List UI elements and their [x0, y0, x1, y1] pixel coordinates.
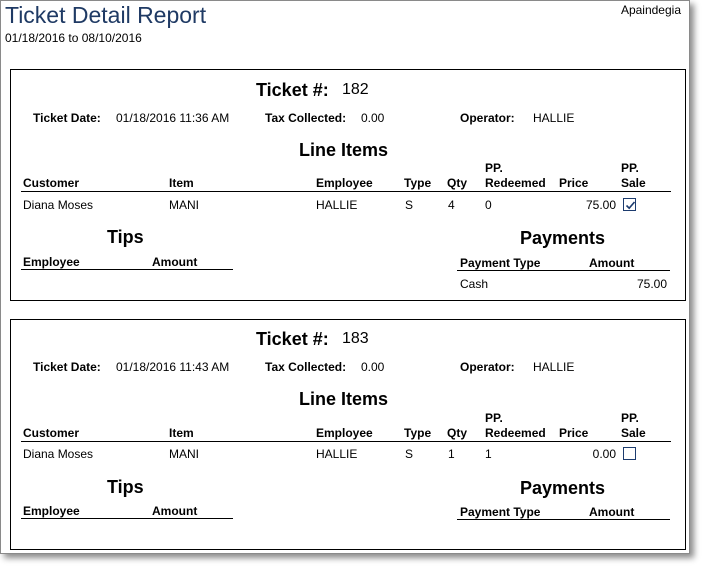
line-item-item: MANI: [169, 447, 199, 461]
report-date-range: 01/18/2016 to 08/10/2016: [5, 31, 142, 45]
line-item-customer: Diana Moses: [23, 447, 94, 461]
col-customer: Customer: [23, 176, 80, 190]
line-items-heading: Line Items: [299, 389, 389, 409]
col-pp-sale-1: PP.: [621, 161, 639, 175]
tips-col-employee: Employee: [23, 255, 80, 269]
ticket-number-label: Ticket #:: [256, 329, 329, 349]
report-page: Ticket Detail Report 01/18/2016 to 08/10…: [0, 0, 690, 554]
ticket-card: Ticket #: 182 Ticket Date: 01/18/2016 11…: [10, 69, 686, 301]
col-price: Price: [559, 426, 589, 440]
col-type: Type: [404, 176, 432, 190]
col-customer: Customer: [23, 426, 80, 440]
line-item-customer: Diana Moses: [23, 198, 94, 212]
payments-header-rule: [457, 519, 670, 520]
line-item-qty: 1: [448, 447, 455, 461]
line-item-pp-redeemed: 0: [485, 198, 492, 212]
col-pp-redeemed-2: Redeemed: [485, 426, 546, 440]
tips-header-rule: [21, 269, 233, 270]
line-item-type: S: [405, 447, 414, 461]
tips-col-amount: Amount: [152, 255, 198, 269]
line-item-item: MANI: [169, 198, 199, 212]
payments-col-amount: Amount: [589, 505, 635, 519]
line-item-type: S: [405, 198, 414, 212]
line-item-employee: HALLIE: [316, 447, 358, 461]
col-item: Item: [169, 176, 194, 190]
col-qty: Qty: [447, 176, 468, 190]
payment-type: Cash: [460, 277, 489, 291]
ticket-date: 01/18/2016 11:43 AM: [116, 360, 230, 374]
pp-sale-checkbox-unchecked[interactable]: [623, 447, 636, 460]
tax-collected: 0.00: [361, 111, 385, 125]
payments-col-type: Payment Type: [460, 505, 541, 519]
payments-col-amount: Amount: [589, 256, 635, 270]
ticket-number: 183: [342, 330, 369, 347]
col-pp-redeemed-2: Redeemed: [485, 176, 546, 190]
col-qty: Qty: [447, 426, 468, 440]
ticket-date-label: Ticket Date:: [33, 360, 101, 374]
col-price: Price: [559, 176, 589, 190]
operator: HALLIE: [533, 111, 575, 125]
operator: HALLIE: [533, 360, 575, 374]
tax-collected-label: Tax Collected:: [265, 360, 347, 374]
col-pp-redeemed-1: PP.: [485, 161, 503, 175]
col-pp-redeemed-1: PP.: [485, 411, 503, 425]
line-items-header-rule: [21, 191, 671, 192]
payments-heading: Payments: [520, 478, 606, 498]
operator-label: Operator:: [460, 111, 515, 125]
ticket-number: 182: [342, 81, 369, 98]
payments-heading: Payments: [520, 228, 606, 248]
col-employee: Employee: [316, 176, 373, 190]
line-items-header-rule: [21, 441, 671, 442]
tips-col-amount: Amount: [152, 504, 198, 518]
col-pp-sale-2: Sale: [621, 176, 646, 190]
payments-header-rule: [457, 270, 670, 271]
tips-header-rule: [21, 518, 233, 519]
tips-heading: Tips: [107, 227, 144, 247]
tax-collected: 0.00: [361, 360, 385, 374]
col-item: Item: [169, 426, 194, 440]
report-title: Ticket Detail Report: [5, 2, 207, 28]
line-item-price: 0.00: [592, 447, 616, 461]
payments-col-type: Payment Type: [460, 256, 541, 270]
line-item-price: 75.00: [585, 198, 616, 212]
operator-label: Operator:: [460, 360, 515, 374]
tips-heading: Tips: [107, 477, 144, 497]
col-employee: Employee: [316, 426, 373, 440]
tax-collected-label: Tax Collected:: [265, 111, 347, 125]
line-item-employee: HALLIE: [316, 198, 358, 212]
payment-amount: 75.00: [636, 277, 667, 291]
col-pp-sale-2: Sale: [621, 426, 646, 440]
checkmark-icon: [625, 201, 636, 210]
line-items-heading: Line Items: [299, 140, 389, 160]
company-name: Apaindegia: [620, 3, 681, 17]
pp-sale-checkbox-checked[interactable]: [623, 198, 636, 211]
line-item-pp-redeemed: 1: [485, 447, 492, 461]
tips-col-employee: Employee: [23, 504, 80, 518]
line-item-qty: 4: [448, 198, 455, 212]
ticket-card: Ticket #: 183 Ticket Date: 01/18/2016 11…: [10, 319, 686, 550]
col-type: Type: [404, 426, 432, 440]
ticket-number-label: Ticket #:: [256, 80, 329, 100]
col-pp-sale-1: PP.: [621, 411, 639, 425]
ticket-date: 01/18/2016 11:36 AM: [116, 111, 230, 125]
ticket-date-label: Ticket Date:: [33, 111, 101, 125]
